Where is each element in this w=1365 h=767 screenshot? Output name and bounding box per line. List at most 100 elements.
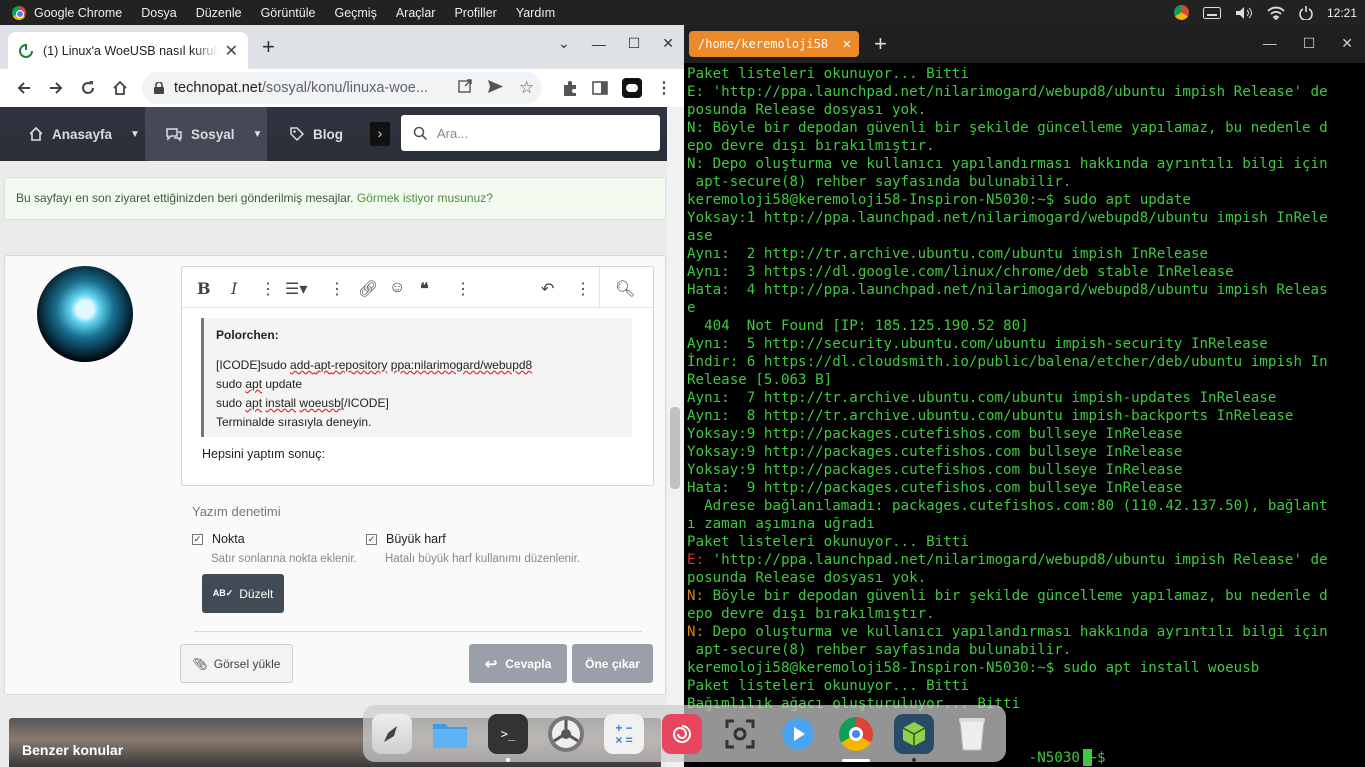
page-scrollbar[interactable] — [667, 107, 684, 767]
site-search-input[interactable]: Ara... — [401, 115, 660, 151]
more-format-icon[interactable]: ⋮ — [260, 279, 276, 299]
app-menu[interactable]: Google Chrome — [12, 5, 123, 20]
checkbox-capital[interactable]: ✓ Büyük harf — [366, 532, 446, 546]
tab-search-icon[interactable]: ⌄ — [558, 35, 570, 52]
nav-social[interactable]: Sosyal ▼ — [145, 107, 267, 161]
bold-icon[interactable]: B — [197, 279, 211, 298]
close-window-icon[interactable]: ✕ — [662, 35, 674, 52]
more-options-icon[interactable]: ⋮ — [455, 279, 471, 299]
nav-blog[interactable]: Blog — [289, 107, 343, 161]
open-in-icon[interactable] — [458, 79, 472, 97]
media-player-icon[interactable] — [778, 714, 818, 754]
profile-avatar[interactable] — [622, 78, 642, 98]
menu-edit[interactable]: Düzenle — [196, 6, 242, 20]
clock[interactable]: 12:21 — [1327, 6, 1357, 20]
terminal-output[interactable]: Paket listeleri okunuyor... Bitti E: 'htt… — [687, 65, 1363, 767]
scrollbar-thumb[interactable] — [670, 407, 680, 489]
more-insert-icon[interactable]: ⋮ — [329, 279, 345, 299]
menu-view[interactable]: Görüntüle — [261, 6, 316, 20]
side-panel-icon[interactable] — [592, 80, 608, 96]
settings-icon[interactable] — [546, 714, 586, 754]
chrome-tray-icon[interactable] — [1173, 5, 1189, 20]
home-icon[interactable] — [110, 78, 130, 98]
menu-tools[interactable]: Araçlar — [396, 6, 436, 20]
terminal-tab[interactable]: /home/keremoloji58 ✕ — [689, 31, 859, 57]
undo-icon[interactable]: ↶ — [541, 279, 554, 299]
menu-profiles[interactable]: Profiller — [454, 6, 496, 20]
more-actions-icon[interactable]: ⋮ — [575, 279, 591, 299]
browser-toolbar: technopat.net/sosyal/konu/linuxa-woe... … — [0, 69, 684, 107]
chrome-menu-icon[interactable]: ⋮ — [656, 78, 672, 98]
back-icon[interactable] — [14, 78, 34, 98]
menu-file[interactable]: Dosya — [141, 6, 176, 20]
chevron-down-icon[interactable]: ▼ — [130, 129, 140, 140]
send-icon[interactable] — [488, 79, 503, 97]
package-manager-icon[interactable] — [894, 713, 934, 762]
screenshot-icon[interactable] — [720, 714, 760, 754]
browser-tab[interactable]: (1) Linux'a WoeUSB nasıl kurulur ✕ — [8, 32, 248, 69]
chevron-down-icon[interactable]: ▼ — [253, 129, 263, 140]
system-menubar: Google Chrome Dosya Düzenle Görüntüle Ge… — [0, 0, 1365, 25]
address-bar[interactable]: technopat.net/sosyal/konu/linuxa-woe... … — [142, 72, 542, 104]
nav-blog-label: Blog — [313, 126, 343, 142]
swirl-app-icon[interactable] — [662, 713, 702, 754]
nav-scroll-right-button[interactable]: › — [370, 122, 390, 146]
list-icon[interactable]: ☰▾ — [285, 279, 307, 299]
close-tab-icon[interactable]: ✕ — [225, 41, 238, 61]
preview-icon[interactable]: 🔍︎ — [615, 279, 635, 299]
maximize-icon[interactable]: ☐ — [628, 35, 641, 52]
terminal-line-text: 404 Not Found [IP: 185.125.190.52 80] — [687, 318, 1029, 334]
checkbox-period[interactable]: ✓ Nokta — [192, 532, 245, 546]
new-tab-button[interactable]: + — [262, 36, 275, 58]
app-name: Google Chrome — [34, 5, 123, 20]
menu-help[interactable]: Yardım — [516, 6, 555, 20]
terminal-line-text: Release [5.063 B] — [687, 372, 833, 388]
user-avatar[interactable] — [37, 266, 133, 362]
check-icon[interactable]: ✓ — [366, 533, 377, 545]
checkbox-capital-desc: Hatalı büyük harf kullanımı düzenlenir. — [385, 553, 580, 565]
chrome-app-icon[interactable] — [836, 714, 876, 762]
terminal-line: İndir: 6 https://dl.cloudsmith.io/public… — [687, 353, 1363, 371]
terminal-line: Yoksay:1 http://ppa.launchpad.net/nilari… — [687, 209, 1363, 227]
terminal-line: Release [5.063 B] — [687, 371, 1363, 389]
keyboard-icon[interactable] — [1202, 6, 1221, 19]
close-window-icon[interactable]: ✕ — [1341, 35, 1353, 52]
files-icon[interactable] — [430, 714, 470, 754]
extensions-icon[interactable] — [562, 80, 578, 96]
upload-image-button[interactable]: 📎︎ Görsel yükle — [180, 644, 293, 683]
italic-icon[interactable]: I — [231, 279, 237, 298]
power-icon[interactable] — [1299, 5, 1313, 20]
maximize-icon[interactable]: ☐ — [1303, 35, 1316, 52]
rich-text-editor[interactable]: B I ⋮ ☰▾ ⋮ 🔗︎ ☺ ❝ ⋮ ↶ ⋮ 🔍︎ Polorchen: [I… — [181, 266, 654, 486]
wifi-icon[interactable] — [1267, 6, 1285, 20]
terminal-line: apt-secure(8) rehber sayfasında bulunabi… — [687, 173, 1363, 191]
fix-button[interactable]: AB✓ Düzelt — [202, 574, 284, 613]
menu-history[interactable]: Geçmiş — [334, 6, 376, 20]
link-icon[interactable]: 🔗︎ — [358, 279, 378, 299]
launcher-icon[interactable] — [372, 713, 412, 754]
new-terminal-tab-button[interactable]: + — [874, 31, 887, 57]
lock-icon[interactable] — [154, 82, 164, 94]
terminal-line-text: apt-secure(8) rehber sayfasında bulunabi… — [687, 174, 1072, 190]
check-icon[interactable]: ✓ — [192, 533, 203, 545]
spellcheck-icon: AB✓ — [212, 588, 234, 598]
minimize-icon[interactable]: — — [1263, 35, 1277, 52]
notice-link[interactable]: Görmek istiyor musunuz? — [357, 191, 493, 205]
terminal-line-text: keremoloji58@keremoloji58-Inspiron-N5030… — [687, 192, 1191, 208]
close-tab-icon[interactable]: ✕ — [843, 36, 851, 52]
reply-button[interactable]: ↩ Cevapla — [469, 644, 567, 683]
calculator-icon[interactable]: + − × = — [604, 713, 644, 754]
reply-text[interactable]: Hepsini yaptım sonuç: — [202, 447, 325, 461]
nav-home[interactable]: Anasayfa ▼ — [28, 107, 140, 161]
preview-button[interactable]: Öne çıkar — [572, 644, 653, 683]
bookmark-star-icon[interactable]: ☆ — [519, 78, 534, 98]
reload-icon[interactable] — [78, 78, 98, 98]
minimize-icon[interactable]: — — [592, 36, 606, 52]
trash-icon[interactable] — [952, 714, 992, 754]
forward-icon[interactable] — [46, 78, 66, 98]
quote-icon[interactable]: ❝ — [420, 279, 429, 299]
volume-icon[interactable] — [1235, 6, 1253, 20]
emoji-icon[interactable]: ☺ — [389, 279, 405, 297]
terminal-line-text: N: Böyle bir depodan güvenli bir şekilde… — [687, 120, 1328, 136]
terminal-app-icon[interactable]: >_ — [488, 713, 528, 762]
